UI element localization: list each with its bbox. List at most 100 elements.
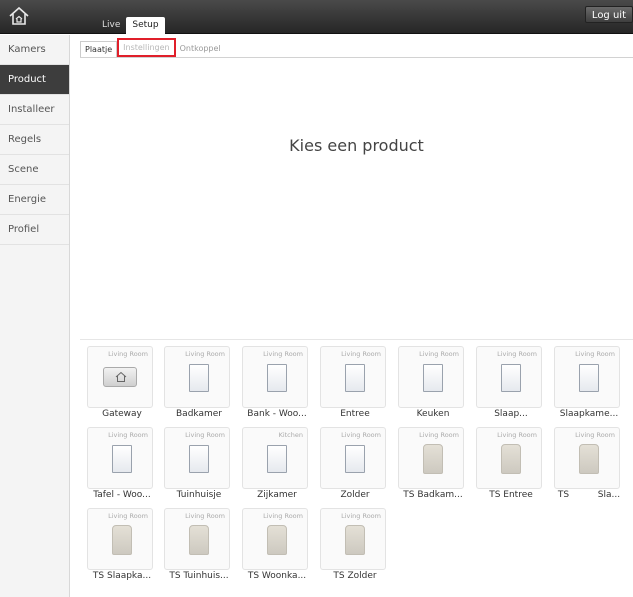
product-card[interactable]: Living Room: [87, 346, 153, 408]
product-card[interactable]: Living Room: [164, 508, 230, 570]
product-name: Tuinhuisje: [176, 490, 222, 500]
product-card[interactable]: Living Room: [87, 427, 153, 489]
sidebar-item-profiel[interactable]: Profiel: [0, 215, 69, 245]
sidebar-item-product[interactable]: Product: [0, 65, 69, 95]
tab-plaatje[interactable]: Plaatje: [80, 41, 118, 57]
tab-ontkoppel[interactable]: Ontkoppel: [176, 41, 225, 57]
wall-switch-icon: [501, 364, 521, 392]
product-name: TS Zolder: [333, 571, 377, 581]
sidebar: Kamers Product Installeer Regels Scene E…: [0, 35, 70, 597]
product-card[interactable]: Living Room: [398, 427, 464, 489]
product-card[interactable]: Living Room: [164, 346, 230, 408]
sidebar-item-scene[interactable]: Scene: [0, 155, 69, 185]
product-room-label: Living Room: [108, 512, 148, 520]
gateway-icon: [103, 367, 137, 387]
product-room-label: Kitchen: [278, 431, 303, 439]
product-room-label: Living Room: [185, 512, 225, 520]
product-tile[interactable]: Living Room Keuken: [391, 340, 467, 419]
product-name: TS Badkam...: [403, 490, 463, 500]
product-name: TS Woonka...: [247, 571, 307, 581]
wall-switch-icon: [112, 445, 132, 473]
sidebar-item-installeer[interactable]: Installeer: [0, 95, 69, 125]
wall-switch-icon: [267, 445, 287, 473]
product-room-label: Living Room: [341, 350, 381, 358]
product-tile[interactable]: Living Room TS Badkam...: [391, 421, 467, 500]
product-card[interactable]: Living Room: [554, 427, 620, 489]
product-tile[interactable]: Living Room Zolder: [313, 421, 389, 500]
thermostat-icon: [267, 525, 287, 555]
product-room-label: Living Room: [108, 350, 148, 358]
product-tile[interactable]: Living Room Slaapkame...: [547, 340, 623, 419]
product-card[interactable]: Living Room: [398, 346, 464, 408]
product-name: Zolder: [340, 490, 370, 500]
product-name: TS Slaapka...: [92, 571, 152, 581]
product-room-label: Living Room: [185, 431, 225, 439]
thermostat-icon: [423, 444, 443, 474]
sidebar-item-kamers[interactable]: Kamers: [0, 35, 69, 65]
product-tile[interactable]: Living Room Slaap...: [469, 340, 545, 419]
product-room-label: Living Room: [575, 350, 615, 358]
product-name: Keuken: [416, 409, 450, 419]
product-name: TS Entree: [489, 490, 533, 500]
product-room-label: Living Room: [341, 512, 381, 520]
product-card[interactable]: Living Room: [476, 346, 542, 408]
product-name: TS Tuinhuis...: [169, 571, 229, 581]
product-card[interactable]: Living Room: [164, 427, 230, 489]
wall-switch-icon: [189, 364, 209, 392]
tab-live[interactable]: Live: [96, 17, 126, 34]
product-room-label: Living Room: [341, 431, 381, 439]
wall-switch-icon: [189, 445, 209, 473]
thermostat-icon: [579, 444, 599, 474]
product-room-label: Living Room: [419, 350, 459, 358]
wall-switch-icon: [423, 364, 443, 392]
tab-setup[interactable]: Setup: [126, 17, 165, 34]
sidebar-item-regels[interactable]: Regels: [0, 125, 69, 155]
top-bar: Live Setup Log uit: [0, 0, 633, 34]
wall-switch-icon: [267, 364, 287, 392]
product-room-label: Living Room: [575, 431, 615, 439]
subtab-divider: [80, 57, 633, 58]
sidebar-item-energie[interactable]: Energie: [0, 185, 69, 215]
wall-switch-icon: [345, 364, 365, 392]
product-name: Gateway: [102, 409, 142, 419]
product-card[interactable]: Living Room: [320, 508, 386, 570]
product-room-label: Living Room: [497, 431, 537, 439]
product-room-label: Living Room: [108, 431, 148, 439]
product-name: Slaap...: [494, 409, 528, 419]
page-title: Kies een product: [289, 136, 424, 155]
product-card[interactable]: Kitchen: [242, 427, 308, 489]
product-tile[interactable]: Living Room TS Sla...: [547, 421, 623, 500]
product-card[interactable]: Living Room: [320, 427, 386, 489]
product-tile[interactable]: Kitchen Zijkamer: [235, 421, 311, 500]
product-card[interactable]: Living Room: [242, 346, 308, 408]
product-card[interactable]: Living Room: [476, 427, 542, 489]
product-tile[interactable]: Living Room TS Zolder: [313, 502, 389, 581]
product-room-label: Living Room: [263, 350, 303, 358]
product-tile[interactable]: Living Room TS Entree: [469, 421, 545, 500]
product-name: Badkamer: [176, 409, 222, 419]
product-name: Slaapkame...: [559, 409, 619, 419]
product-card[interactable]: Living Room: [554, 346, 620, 408]
product-tile[interactable]: Living Room Gateway: [80, 340, 156, 419]
product-card[interactable]: Living Room: [242, 508, 308, 570]
product-card[interactable]: Living Room: [87, 508, 153, 570]
product-name: Tafel - Woo...: [93, 490, 151, 500]
product-room-label: Living Room: [263, 512, 303, 520]
product-tile[interactable]: Living Room Tuinhuisje: [157, 421, 233, 500]
product-card[interactable]: Living Room: [320, 346, 386, 408]
wall-switch-icon: [345, 445, 365, 473]
product-tile[interactable]: Living Room Tafel - Woo...: [80, 421, 156, 500]
product-tile[interactable]: Living Room TS Woonka...: [235, 502, 311, 581]
product-tile[interactable]: Living Room Badkamer: [157, 340, 233, 419]
product-tile[interactable]: Living Room Entree: [313, 340, 389, 419]
product-tile[interactable]: Living Room TS Tuinhuis...: [157, 502, 233, 581]
tab-instellingen[interactable]: Instellingen: [117, 38, 176, 57]
product-tile[interactable]: Living Room Bank - Woo...: [235, 340, 311, 419]
product-name: Zijkamer: [257, 490, 297, 500]
product-tile[interactable]: Living Room TS Slaapka...: [80, 502, 156, 581]
thermostat-icon: [189, 525, 209, 555]
main-tabs: Live Setup: [96, 17, 165, 34]
logout-button[interactable]: Log uit: [584, 6, 633, 23]
home-logo-icon[interactable]: [8, 5, 30, 27]
product-room-label: Living Room: [185, 350, 225, 358]
